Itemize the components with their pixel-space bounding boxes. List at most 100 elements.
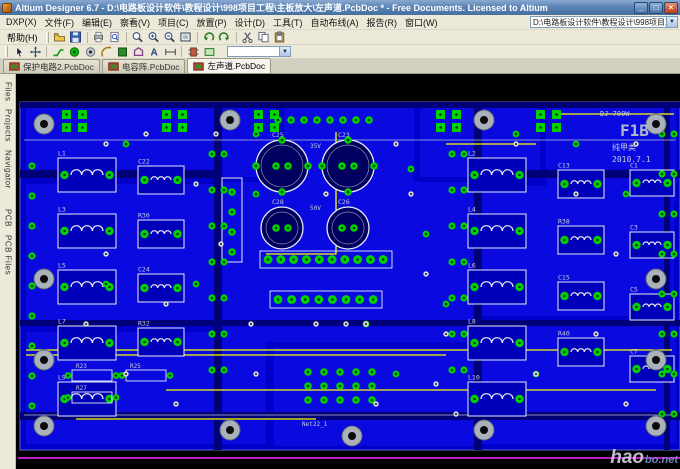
svg-text:C24: C24 xyxy=(138,266,150,274)
svg-text:L1: L1 xyxy=(58,150,66,158)
route-icon xyxy=(52,46,65,58)
preview-icon xyxy=(108,31,121,43)
window-title: Altium Designer 6.7 - D:\电路板设计软件\教程设计\99… xyxy=(15,1,631,14)
menu-item-9[interactable]: 报告(R) xyxy=(363,15,402,30)
menu-item-5[interactable]: 放置(P) xyxy=(193,15,231,30)
redo-button[interactable] xyxy=(217,31,233,44)
side-tab-pcb[interactable]: PCB xyxy=(4,205,12,231)
svg-text:R27: R27 xyxy=(76,385,87,392)
document-tab-bar: 保护电路2.PcbDoc 电容阵.PcbDoc 左声道.PcbDoc xyxy=(0,59,680,74)
zoom-out-button[interactable] xyxy=(162,31,178,44)
side-tab-files[interactable]: Files xyxy=(4,78,12,105)
chevron-down-icon[interactable]: ▼ xyxy=(279,47,290,56)
svg-text:2010.7.1: 2010.7.1 xyxy=(612,155,651,164)
room-button[interactable] xyxy=(201,45,217,58)
pad-button[interactable] xyxy=(66,45,82,58)
tab-document-1[interactable]: 电容阵.PcbDoc xyxy=(102,59,186,73)
tab-label: 左声道.PcbDoc xyxy=(207,60,265,72)
route-button[interactable] xyxy=(50,45,66,58)
copy-button[interactable] xyxy=(256,31,272,44)
svg-text:35V: 35V xyxy=(310,143,321,150)
zoom-in-button[interactable] xyxy=(146,31,162,44)
cut-button[interactable] xyxy=(240,31,256,44)
svg-text:R40: R40 xyxy=(558,330,570,338)
fill-button[interactable] xyxy=(114,45,130,58)
tab-label: 保护电路2.PcbDoc xyxy=(23,61,94,73)
undo-button[interactable] xyxy=(201,31,217,44)
menu-item-7[interactable]: 工具(T) xyxy=(269,15,307,30)
menu-bar: DXP(X)文件(F)编辑(E)察看(V)项目(C)放置(P)设计(D)工具(T… xyxy=(0,15,680,30)
paste-icon xyxy=(273,31,286,43)
room-icon xyxy=(203,46,216,58)
svg-text:C5: C5 xyxy=(630,286,638,294)
zoom-fit-button[interactable] xyxy=(178,31,194,44)
component-button[interactable] xyxy=(185,45,201,58)
svg-text:L7: L7 xyxy=(58,318,66,326)
minimize-button[interactable]: _ xyxy=(634,2,648,14)
side-tab-pcb-files[interactable]: PCB Files xyxy=(4,231,12,279)
via-button[interactable] xyxy=(82,45,98,58)
menu-item-6[interactable]: 设计(D) xyxy=(231,15,270,30)
svg-text:C28: C28 xyxy=(272,198,284,206)
print-button[interactable] xyxy=(91,31,107,44)
polygon-icon xyxy=(132,46,145,58)
move-button[interactable] xyxy=(27,45,43,58)
find-icon xyxy=(131,31,144,43)
separator xyxy=(126,32,127,43)
svg-text:L4: L4 xyxy=(468,206,476,214)
svg-text:F1B: F1B xyxy=(620,121,649,140)
main-area: FilesProjectsNavigator PCBPCB Files L1 L3 L… xyxy=(0,74,680,469)
preview-button[interactable] xyxy=(107,31,123,44)
path-combo[interactable]: D:\电路板设计软件\教程设计\998项目工程 ▼ xyxy=(530,16,678,28)
tab-label: 电容阵.PcbDoc xyxy=(122,61,180,73)
dimension-button[interactable] xyxy=(162,45,178,58)
toolbar-grip xyxy=(5,46,8,57)
menu-item-2[interactable]: 编辑(E) xyxy=(78,15,116,30)
menu-item-1[interactable]: 文件(F) xyxy=(41,15,79,30)
find-button[interactable] xyxy=(130,31,146,44)
side-tab-projects[interactable]: Projects xyxy=(4,105,12,146)
separator xyxy=(87,32,88,43)
paste-button[interactable] xyxy=(272,31,288,44)
menu-item-8[interactable]: 自动布线(A) xyxy=(307,15,363,30)
separator xyxy=(181,46,182,57)
arc-icon xyxy=(100,46,113,58)
dimension-icon xyxy=(164,46,177,58)
tab-document-2[interactable]: 左声道.PcbDoc xyxy=(187,58,271,73)
svg-text:R38: R38 xyxy=(558,218,570,226)
svg-text:L3: L3 xyxy=(58,206,66,214)
menu-item-help[interactable]: 帮助(H) xyxy=(2,31,43,44)
save-button[interactable] xyxy=(68,31,84,44)
zoom-out-icon xyxy=(163,31,176,43)
pcb-editor-canvas[interactable]: L1L3L5L7L9C22R30C24R32L2L4L6L8L10C13R38C… xyxy=(16,74,680,469)
string-button[interactable]: A xyxy=(146,45,162,58)
menu-item-3[interactable]: 察看(V) xyxy=(116,15,154,30)
standard-toolbar-icons xyxy=(52,31,288,44)
svg-text:纯甲类: 纯甲类 xyxy=(612,142,636,152)
side-tab-navigator[interactable]: Navigator xyxy=(4,146,12,193)
open-button[interactable] xyxy=(52,31,68,44)
maximize-button[interactable]: □ xyxy=(649,2,663,14)
select-button[interactable] xyxy=(11,45,27,58)
chevron-down-icon[interactable]: ▼ xyxy=(666,17,677,27)
side-tab-strip: FilesProjectsNavigator PCBPCB Files xyxy=(0,74,16,469)
separator xyxy=(46,46,47,57)
filter-combo[interactable]: ▼ xyxy=(227,46,291,57)
path-combo-value: D:\电路板设计软件\教程设计\998项目工程 xyxy=(531,17,666,28)
placement-toolbar-icons: A xyxy=(11,45,217,58)
menu-item-0[interactable]: DXP(X) xyxy=(2,16,41,28)
svg-text:R30: R30 xyxy=(138,212,150,220)
arc-button[interactable] xyxy=(98,45,114,58)
svg-text:C13: C13 xyxy=(558,162,570,170)
title-bar[interactable]: Altium Designer 6.7 - D:\电路板设计软件\教程设计\99… xyxy=(0,0,680,15)
svg-text:R23: R23 xyxy=(76,363,87,370)
fill-icon xyxy=(116,46,129,58)
pcb-canvas[interactable]: L1L3L5L7L9C22R30C24R32L2L4L6L8L10C13R38C… xyxy=(16,74,680,469)
menu-item-10[interactable]: 窗口(W) xyxy=(401,15,442,30)
polygon-button[interactable] xyxy=(130,45,146,58)
select-icon xyxy=(13,46,26,58)
menu-item-4[interactable]: 项目(C) xyxy=(154,15,193,30)
tab-document-0[interactable]: 保护电路2.PcbDoc xyxy=(3,59,100,73)
toolbar-grip xyxy=(46,32,49,43)
close-button[interactable]: × xyxy=(664,2,678,14)
